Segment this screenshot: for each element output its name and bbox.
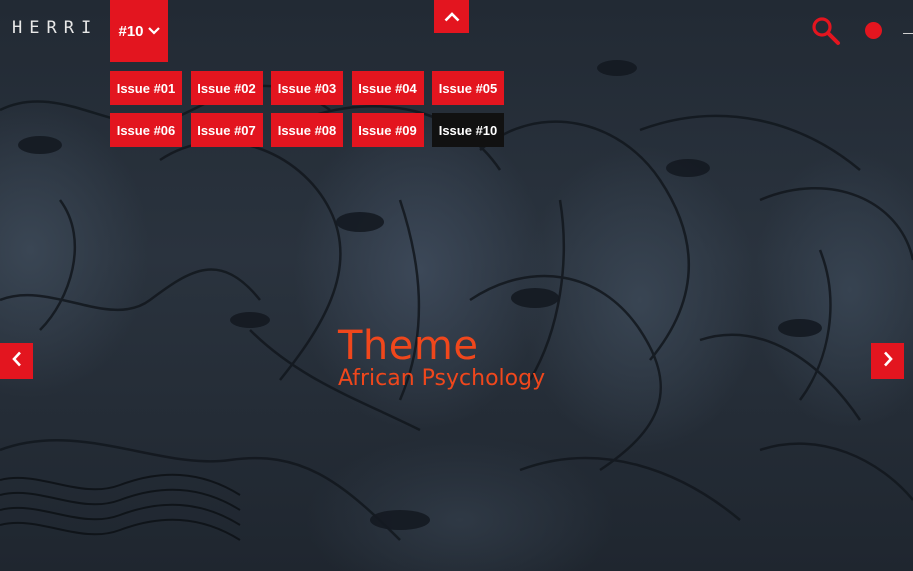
next-slide-button[interactable] xyxy=(871,343,904,379)
theme-title: Theme xyxy=(338,323,479,369)
issue-button[interactable]: Issue #06 xyxy=(110,113,182,147)
menu-dot-icon[interactable] xyxy=(865,22,882,39)
issue-button[interactable]: Issue #07 xyxy=(190,113,263,147)
issue-list: Issue #01 Issue #02 Issue #03 Issue #04 Issu… xyxy=(110,71,510,147)
issue-button[interactable]: Issue #01 xyxy=(110,71,182,105)
hero-background: HERRI #10 Issue #01 Issue #02 Issue #03 Iss… xyxy=(0,0,913,571)
search-button[interactable] xyxy=(811,16,841,46)
issue-button[interactable]: Issue #04 xyxy=(351,71,424,105)
edge-divider xyxy=(903,33,913,34)
theme-heading: Theme African Psychology xyxy=(338,322,545,392)
theme-subtitle: African Psychology xyxy=(338,366,546,391)
issue-button[interactable]: Issue #08 xyxy=(271,113,343,147)
issue-button[interactable]: Issue #05 xyxy=(432,71,504,105)
issue-button[interactable]: Issue #02 xyxy=(190,71,263,105)
previous-slide-button[interactable] xyxy=(0,343,33,379)
issue-button[interactable]: Issue #09 xyxy=(351,113,424,147)
chevron-down-icon xyxy=(147,27,160,35)
chevron-right-icon xyxy=(883,351,893,371)
chevron-left-icon xyxy=(11,351,22,371)
chevron-up-icon xyxy=(444,7,460,26)
search-icon xyxy=(811,17,841,50)
current-issue-label: #10 xyxy=(118,22,144,40)
issue-button[interactable]: Issue #03 xyxy=(271,71,343,105)
scroll-up-button[interactable] xyxy=(434,0,469,33)
issue-selector-button[interactable]: #10 xyxy=(110,0,168,62)
issue-button-active[interactable]: Issue #10 xyxy=(432,113,504,147)
site-logo[interactable]: HERRI xyxy=(12,18,98,38)
